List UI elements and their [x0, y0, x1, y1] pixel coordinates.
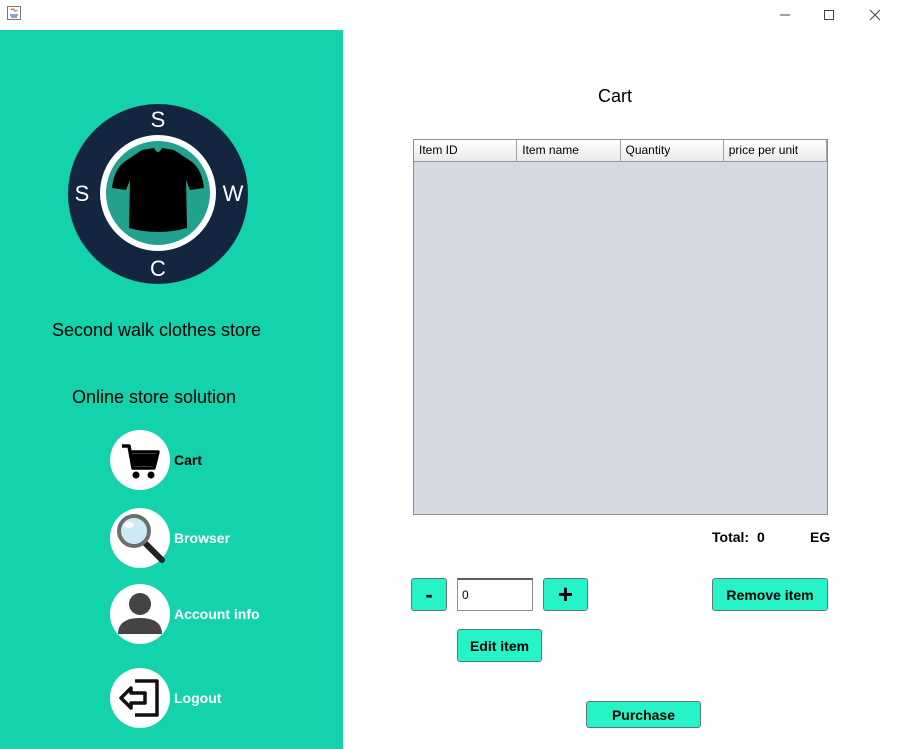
close-button[interactable]	[852, 0, 897, 30]
total-currency: EG	[810, 529, 831, 545]
quantity-input[interactable]	[457, 578, 533, 611]
nav-label-browser: Browser	[174, 530, 231, 546]
nav-cart-circle	[110, 430, 170, 490]
cart-icon	[122, 444, 160, 479]
store-subtitle: Online store solution	[71, 387, 237, 407]
table-header: Item ID Item name Quantity price per uni…	[414, 140, 827, 162]
page-title: Cart	[597, 86, 632, 106]
column-header-item-id[interactable]: Item ID	[414, 140, 518, 161]
column-header-price-per-unit[interactable]: price per unit	[724, 140, 827, 161]
java-app-icon	[7, 6, 21, 20]
column-header-item-name[interactable]: Item name	[517, 140, 621, 161]
maximize-icon	[824, 10, 834, 20]
total-value: 0	[757, 529, 765, 545]
logo-letter-bottom: C	[150, 256, 166, 281]
edit-item-button[interactable]: Edit item	[457, 629, 542, 662]
nav-account-circle	[110, 584, 170, 644]
decrease-quantity-button[interactable]: -	[411, 578, 447, 611]
increase-quantity-button[interactable]: +	[543, 578, 588, 611]
magnifier-icon	[117, 514, 165, 563]
logo-letter-right: W	[223, 181, 244, 206]
store-logo: S S W C	[68, 104, 248, 284]
remove-item-button[interactable]: Remove item	[712, 578, 828, 611]
total-label: Total:	[712, 529, 750, 545]
nav-browser-circle	[110, 508, 170, 568]
store-name: Second walk clothes store	[51, 320, 262, 340]
user-icon	[118, 593, 162, 634]
cart-table[interactable]: Item ID Item name Quantity price per uni…	[413, 139, 828, 515]
minimize-button[interactable]	[762, 0, 808, 30]
purchase-button[interactable]: Purchase	[586, 701, 701, 728]
nav-label-account: Account info	[174, 606, 260, 622]
logout-icon	[119, 679, 159, 717]
close-icon	[869, 9, 881, 21]
minimize-icon	[780, 14, 790, 16]
logo-letter-left: S	[75, 181, 90, 206]
maximize-button[interactable]	[806, 0, 852, 30]
nav-label-logout: Logout	[174, 690, 222, 706]
logo-letter-top: S	[151, 107, 166, 132]
column-header-quantity[interactable]: Quantity	[621, 140, 724, 161]
nav-label-cart: Cart	[174, 452, 203, 468]
nav-logout-circle	[110, 668, 170, 728]
window-titlebar	[0, 0, 897, 30]
